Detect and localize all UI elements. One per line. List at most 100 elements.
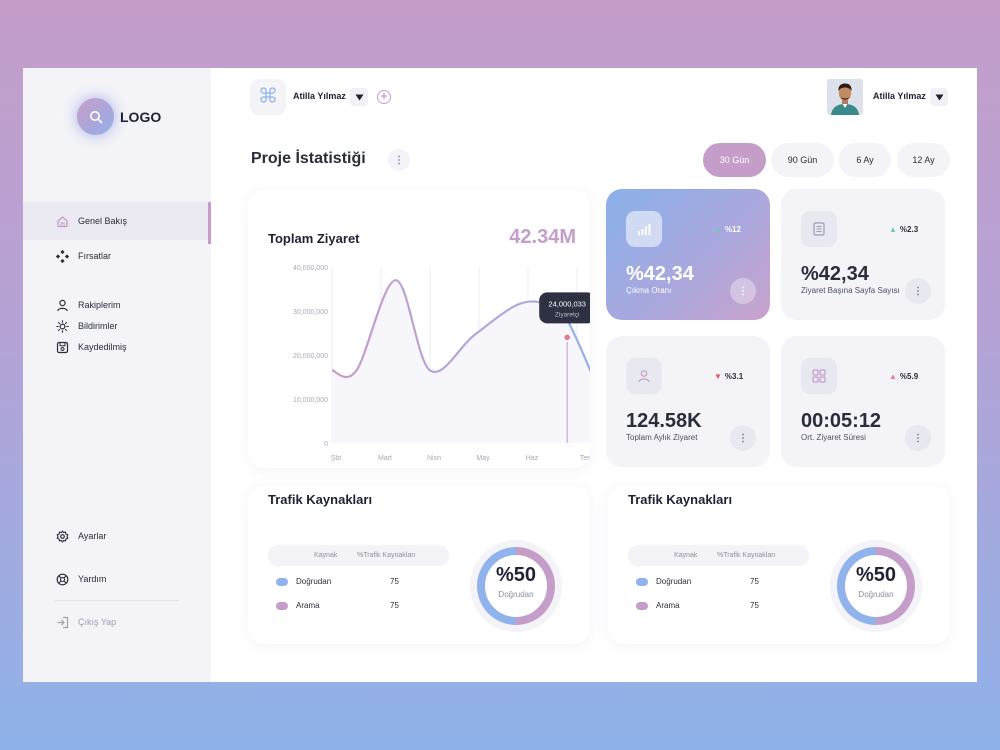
app-window: LOGO Genel Bakış Fırsatlar Rakiplerim Bi…: [23, 68, 977, 682]
more-options-button[interactable]: ⋮: [905, 278, 931, 304]
profile-dropdown-button[interactable]: [930, 88, 948, 106]
more-vertical-icon: ⋮: [913, 285, 923, 297]
logout-icon: [55, 615, 69, 629]
row-value: 75: [750, 601, 759, 610]
more-vertical-icon: ⋮: [738, 285, 748, 297]
document-icon: [801, 211, 837, 247]
sidebar-item-logout[interactable]: Çıkış Yap: [23, 603, 211, 641]
stat-value: 00:05:12: [801, 410, 882, 432]
more-vertical-icon: ⋮: [738, 432, 748, 444]
trend-up-icon: ▲: [889, 225, 897, 234]
sidebar-item-label: Yardım: [78, 574, 107, 584]
stat-label: Ziyaret Başına Sayfa Sayısı: [801, 286, 900, 295]
page-title: Proje İstatistiği: [251, 150, 366, 167]
logo-text: LOGO: [120, 108, 162, 125]
x-tick-label: Haz: [526, 455, 539, 462]
stat-label: Toplam Aylık Ziyaret: [626, 433, 698, 442]
donut-label: Doğrudan: [858, 590, 894, 599]
sidebar-item-help[interactable]: Yardım: [23, 560, 211, 598]
highlight-point: [562, 333, 572, 342]
legend-swatch: [636, 601, 648, 610]
workspace-user-name: Atilla Yılmaz: [293, 91, 346, 101]
profile-user-name: Atilla Yılmaz: [873, 91, 926, 101]
sidebar-item-label: Çıkış Yap: [78, 617, 117, 627]
row-label: Doğrudan: [296, 577, 332, 586]
y-tick-label: 40,000,000: [293, 265, 328, 272]
sidebar-divider: [55, 600, 179, 601]
donut-label: Doğrudan: [498, 590, 534, 599]
row-label: Doğrudan: [656, 577, 692, 586]
page-options-button[interactable]: ⋮: [388, 149, 410, 171]
traffic-sources-card: Trafik Kaynakları Kaynak %Trafik Kaynakl…: [248, 486, 590, 644]
signal-icon: [626, 211, 662, 247]
more-options-button[interactable]: ⋮: [905, 425, 931, 451]
sidebar-item-label: Genel Bakış: [78, 216, 128, 226]
row-value: 75: [390, 601, 399, 610]
row-label: Arama: [296, 601, 320, 610]
command-button[interactable]: [250, 79, 286, 115]
x-tick-label: Mart: [378, 455, 392, 462]
trend-badge: ▼ %3.1: [714, 372, 743, 381]
logo[interactable]: LOGO: [77, 98, 161, 135]
donut-value: %50: [855, 564, 897, 586]
trend-up-icon: ▲: [889, 372, 897, 381]
trend-badge: ▲ %2.3: [889, 225, 918, 234]
tooltip-label: Ziyaretçi: [555, 311, 580, 318]
add-button[interactable]: [377, 90, 391, 104]
table-row: Arama 75: [636, 601, 786, 610]
column-header-traffic: %Trafik Kaynakları: [717, 552, 776, 559]
trend-value: %5.9: [899, 372, 919, 381]
home-icon: [55, 214, 69, 228]
x-tick-label: May: [476, 455, 490, 462]
save-icon: [55, 340, 69, 354]
trend-badge: ▲ %5.9: [889, 372, 918, 381]
column-header-source: Kaynak: [314, 552, 338, 559]
y-tick-label: 30,000,000: [293, 309, 328, 316]
range-30-days-button[interactable]: 30 Gün: [703, 143, 766, 177]
traffic-title: Trafik Kaynakları: [628, 492, 733, 507]
more-options-button[interactable]: ⋮: [730, 278, 756, 304]
traffic-table-header: Kaynak %Trafik Kaynakları: [628, 545, 809, 566]
tooltip-value: 24,000,033: [548, 299, 586, 308]
stat-card-bounce-rate: ▲ %12 %42,34 Çıkma Oranı ⋮: [606, 189, 770, 320]
table-row: Doğrudan 75: [636, 577, 786, 586]
sidebar: LOGO Genel Bakış Fırsatlar Rakiplerim Bi…: [23, 68, 211, 682]
more-vertical-icon: ⋮: [913, 432, 923, 444]
donut-value: %50: [495, 564, 537, 586]
sidebar-item-overview[interactable]: Genel Bakış: [23, 202, 211, 244]
sidebar-item-settings[interactable]: Ayarlar: [23, 517, 211, 555]
legend-swatch: [636, 577, 648, 586]
avatar[interactable]: [827, 79, 863, 115]
traffic-table-header: Kaynak %Trafik Kaynakları: [268, 545, 449, 566]
x-tick-label: Temmz: [580, 455, 590, 462]
column-header-source: Kaynak: [674, 552, 698, 559]
range-6-months-button[interactable]: 6 Ay: [839, 143, 891, 177]
sidebar-item-label: Ayarlar: [78, 531, 107, 541]
stat-value: %42,34: [626, 263, 694, 285]
range-90-days-button[interactable]: 90 Gün: [771, 143, 834, 177]
user-icon: [626, 358, 662, 394]
traffic-sources-card-2: Trafik Kaynakları Kaynak %Trafik Kaynakl…: [608, 486, 950, 644]
plus-icon: [380, 92, 388, 103]
trend-down-icon: ▼: [714, 372, 722, 381]
sidebar-item-label: Kaydedilmiş: [78, 342, 127, 352]
trend-value: %12: [724, 225, 741, 234]
workspace-dropdown-button[interactable]: [350, 88, 368, 106]
table-row: Doğrudan 75: [276, 577, 426, 586]
more-options-button[interactable]: ⋮: [730, 425, 756, 451]
range-12-months-button[interactable]: 12 Ay: [897, 143, 950, 177]
command-icon: [260, 86, 276, 108]
stat-card-pages-per-visit: ▲ %2.3 %42,34 Ziyaret Başına Sayfa Sayısı…: [781, 189, 945, 320]
column-header-traffic: %Trafik Kaynakları: [357, 552, 416, 559]
stat-card-avg-visit-duration: ▲ %5.9 00:05:12 Ort. Ziyaret Süresi ⋮: [781, 336, 945, 467]
stat-value: 124.58K: [626, 410, 702, 432]
sidebar-item-opportunities[interactable]: Fırsatlar: [23, 237, 211, 275]
diamond-grid-icon: [55, 249, 69, 263]
legend-swatch: [276, 601, 288, 610]
row-value: 75: [390, 577, 399, 586]
sidebar-item-saved[interactable]: Kaydedilmiş: [23, 328, 211, 366]
legend-swatch: [276, 577, 288, 586]
trend-badge: ▲ %12: [714, 225, 741, 234]
more-vertical-icon: ⋮: [394, 154, 404, 166]
chevron-down-icon: [355, 88, 364, 106]
